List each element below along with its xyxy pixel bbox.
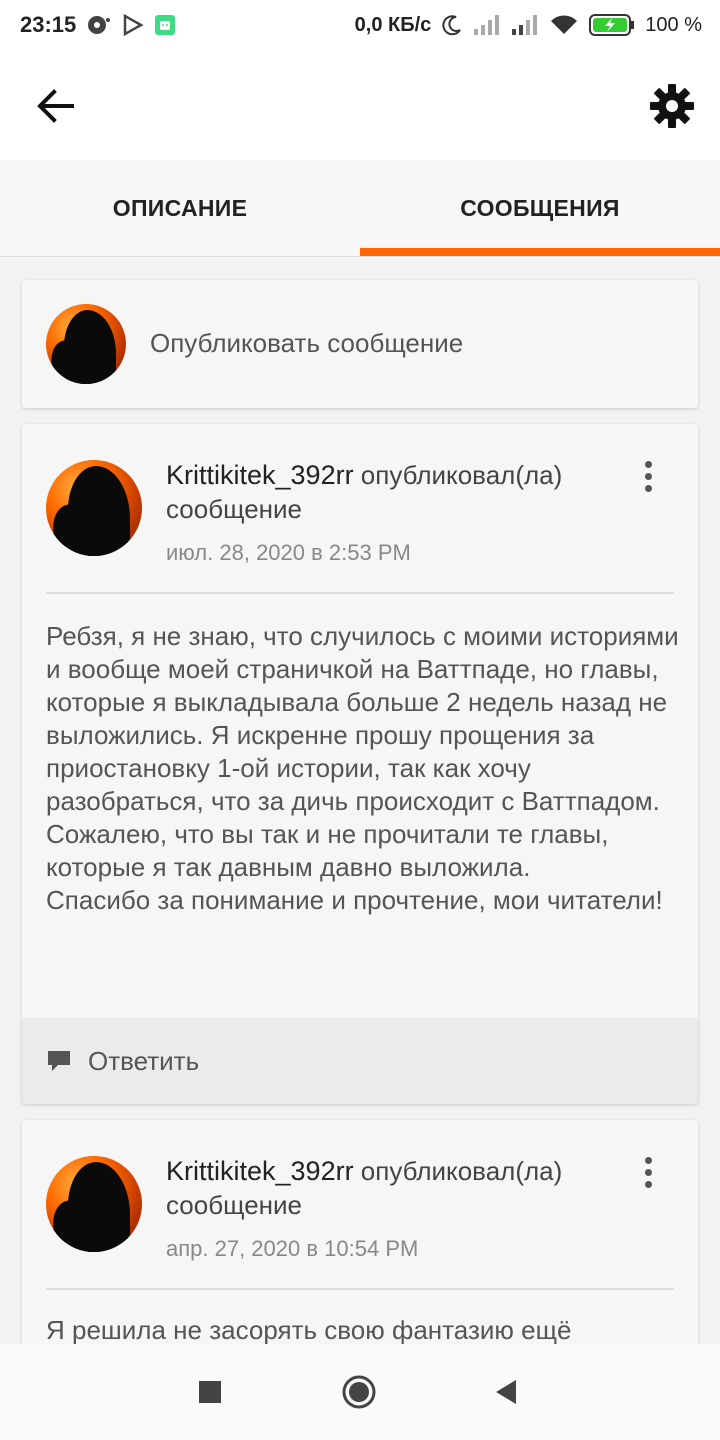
nav-back-button[interactable]: [494, 1379, 518, 1410]
reply-label: Ответить: [88, 1045, 200, 1076]
kebab-dot: [644, 1169, 652, 1176]
signal-icon: [473, 14, 501, 36]
gear-icon: [650, 84, 694, 128]
play-store-icon: [122, 14, 144, 36]
reply-button[interactable]: Ответить: [22, 1018, 698, 1104]
battery-percent: 100 %: [645, 13, 702, 36]
kebab-dot: [644, 461, 652, 468]
avatar: [46, 304, 126, 384]
message-paragraph: Сожалею, что вы так и не прочитали те гл…: [46, 819, 609, 882]
system-nav-bar: [0, 1344, 720, 1440]
home-icon: [342, 1375, 376, 1409]
app-bar: [0, 50, 720, 160]
post-message-card[interactable]: Опубликовать сообщение: [22, 280, 698, 408]
message-paragraph: Спасибо за понимание и прочтение, мои чи…: [46, 885, 663, 915]
message-date: апр. 27, 2020 в 10:54 PM: [166, 1236, 419, 1261]
back-triangle-icon: [496, 1380, 516, 1404]
message-card: Krittikitek_392rr опубликовал(ла) сообще…: [22, 424, 698, 1104]
message-header: Krittikitek_392rr опубликовал(ла) сообще…: [166, 458, 626, 526]
wifi-icon: [549, 14, 579, 36]
more-options-button[interactable]: [636, 1154, 660, 1194]
android-icon: [154, 14, 176, 36]
comment-icon: [46, 1048, 72, 1074]
message-header: Krittikitek_392rr опубликовал(ла) сообще…: [166, 1154, 626, 1222]
kebab-dot: [644, 1157, 652, 1164]
kebab-dot: [644, 1181, 652, 1188]
message-body: Я решила не засорять свою фантазию ещё: [46, 1315, 572, 1345]
settings-button[interactable]: [648, 82, 696, 130]
status-bar: 23:15 0,0 КБ/с 100 %: [0, 0, 720, 50]
media-icon: [86, 14, 112, 36]
message-date: июл. 28, 2020 в 2:53 PM: [166, 540, 411, 565]
back-button[interactable]: [34, 84, 78, 128]
tab-messages[interactable]: СООБЩЕНИЯ: [360, 160, 720, 256]
tab-description[interactable]: ОПИСАНИЕ: [0, 160, 360, 256]
tab-bar: ОПИСАНИЕ СООБЩЕНИЯ: [0, 160, 720, 257]
message-username[interactable]: Krittikitek_392rr: [166, 1156, 354, 1186]
network-speed: 0,0 КБ/с: [354, 13, 432, 36]
moon-icon: [441, 14, 463, 36]
message-username[interactable]: Krittikitek_392rr: [166, 460, 354, 490]
avatar: [46, 460, 142, 556]
message-paragraph: Ребзя, я не знаю, что случилось с моими …: [46, 621, 679, 816]
message-card: Krittikitek_392rr опубликовал(ла) сообще…: [22, 1120, 698, 1380]
arrow-left-icon: [37, 89, 74, 123]
divider: [46, 1288, 674, 1290]
signal-icon: [511, 14, 539, 36]
post-message-prompt[interactable]: Опубликовать сообщение: [150, 328, 463, 359]
avatar: [46, 1156, 142, 1252]
kebab-dot: [644, 485, 652, 492]
status-time: 23:15: [20, 12, 77, 37]
status-bar-left: 23:15: [20, 12, 176, 38]
kebab-dot: [644, 473, 652, 480]
home-button[interactable]: [341, 1374, 377, 1415]
more-options-button[interactable]: [636, 458, 660, 498]
divider: [46, 592, 674, 594]
recent-apps-button[interactable]: [198, 1380, 222, 1409]
message-body: Ребзя, я не знаю, что случилось с моими …: [46, 620, 686, 917]
recent-apps-icon: [199, 1381, 221, 1403]
status-bar-right: 0,0 КБ/с 100 %: [355, 13, 702, 37]
battery-charging-icon: [589, 13, 635, 37]
